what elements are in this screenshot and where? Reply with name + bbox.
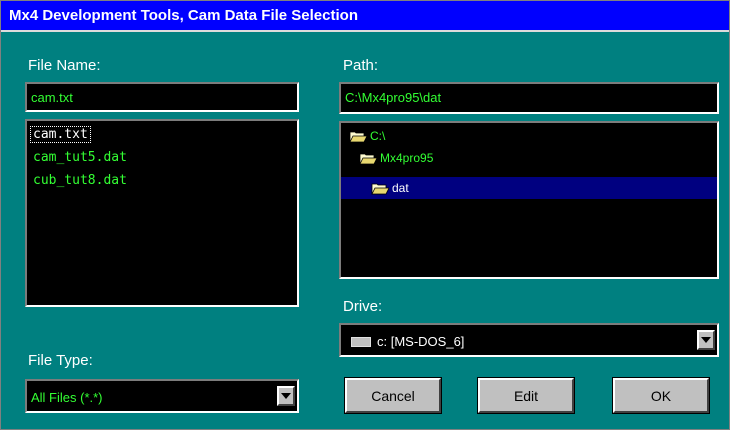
drive-dropdown-button[interactable] <box>697 330 715 350</box>
file-list-item[interactable]: cam.txt <box>30 126 91 143</box>
tree-item-c-drive[interactable]: C:\ <box>349 125 385 147</box>
tree-item-label: dat <box>392 181 409 195</box>
tree-item-label: Mx4pro95 <box>380 151 434 165</box>
ok-button[interactable]: OK <box>612 377 710 414</box>
file-list[interactable]: cam.txt cam_tut5.dat cub_tut8.dat <box>25 119 299 307</box>
path-input-value: C:\Mx4pro95\dat <box>345 90 442 105</box>
open-folder-icon <box>359 153 377 164</box>
file-type-dropdown-button[interactable] <box>277 386 295 406</box>
open-folder-icon <box>349 131 367 142</box>
edit-button[interactable]: Edit <box>477 377 575 414</box>
directory-tree[interactable]: C:\ Mx4pro95 dat <box>339 121 719 279</box>
drive-value: c: [MS-DOS_6] <box>377 334 465 349</box>
tree-item-mx4pro95[interactable]: Mx4pro95 <box>359 147 433 169</box>
file-name-input-value: cam.txt <box>31 90 73 105</box>
file-name-label: File Name: <box>28 57 101 74</box>
file-type-select[interactable]: All Files (*.*) <box>25 379 299 413</box>
open-folder-icon <box>371 183 389 194</box>
cancel-button[interactable]: Cancel <box>344 377 442 414</box>
file-type-label: File Type: <box>28 352 93 369</box>
window-title-bar[interactable]: Mx4 Development Tools, Cam Data File Sel… <box>1 1 729 32</box>
path-input[interactable]: C:\Mx4pro95\dat <box>339 82 719 114</box>
drive-select[interactable]: c: [MS-DOS_6] <box>339 323 719 357</box>
dialog-window: Mx4 Development Tools, Cam Data File Sel… <box>0 0 730 430</box>
chevron-down-icon <box>281 393 291 399</box>
drive-value-wrap: c: [MS-DOS_6] <box>351 334 464 349</box>
file-list-item[interactable]: cub_tut8.dat <box>33 173 127 188</box>
window-title: Mx4 Development Tools, Cam Data File Sel… <box>9 7 358 24</box>
chevron-down-icon <box>701 337 711 343</box>
file-name-input[interactable]: cam.txt <box>25 82 299 112</box>
tree-item-dat[interactable]: dat <box>341 177 717 199</box>
file-list-item[interactable]: cam_tut5.dat <box>33 150 127 165</box>
path-label: Path: <box>343 57 379 74</box>
hard-drive-icon <box>351 336 371 347</box>
file-type-value: All Files (*.*) <box>31 390 103 405</box>
drive-label: Drive: <box>343 298 383 315</box>
tree-item-label: C:\ <box>370 129 386 143</box>
